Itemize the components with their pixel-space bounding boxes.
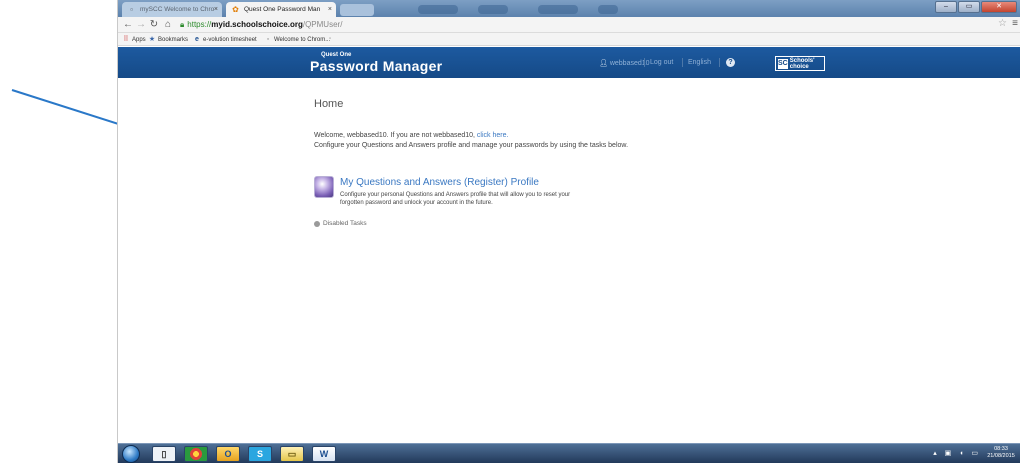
page-icon: ▫ [130, 5, 133, 14]
url-path: /QPMUser/ [302, 20, 343, 29]
page-title: Home [314, 98, 344, 110]
forward-icon[interactable]: → [135, 18, 147, 31]
bookmarks-bar: ⠿ Apps ★ Bookmarks e e-volution timesheet ▫… [118, 33, 1020, 46]
browser-window: ▫ mySCC Welcome to Chro × ✿ Quest One Pa… [117, 0, 1020, 463]
divider [719, 58, 720, 67]
url-scheme: https:// [187, 20, 212, 29]
close-icon[interactable]: × [214, 2, 218, 17]
bookmark-bookmarks[interactable]: ★ Bookmarks [148, 33, 188, 47]
blurred-region [418, 5, 458, 14]
new-tab-button[interactable] [340, 4, 374, 16]
chrome-icon[interactable] [184, 446, 208, 462]
apps-grid-icon: ⠿ [123, 36, 129, 43]
word-icon[interactable]: W [312, 446, 336, 462]
bookmark-label: e-volution timesheet [203, 37, 257, 43]
questions-answers-profile-link[interactable]: My Questions and Answers (Register) Prof… [340, 177, 539, 188]
help-icon[interactable]: ? [726, 58, 735, 67]
system-tray[interactable]: ▴ ▣ ◖ ▭ [933, 449, 981, 457]
star-icon: ★ [148, 36, 156, 43]
bookmark-star-icon[interactable]: ☆ [998, 18, 1007, 29]
brand-title: Password Manager [310, 58, 443, 74]
window-controls: – ▭ ✕ [935, 1, 1017, 14]
user-icon: 👤︎ [599, 60, 608, 67]
disabled-tasks-toggle-icon[interactable] [314, 221, 320, 227]
clock-date: 21/08/2015 [987, 453, 1015, 459]
blurred-region [538, 5, 578, 14]
home-icon[interactable]: ⌂ [162, 18, 174, 31]
back-icon[interactable]: ← [122, 18, 134, 31]
start-button[interactable] [122, 445, 140, 463]
logo-mark: SC [778, 58, 788, 69]
close-window-button[interactable]: ✕ [981, 1, 1017, 13]
blurred-region [598, 5, 618, 14]
tab-label: mySCC Welcome to Chro [140, 6, 215, 13]
task-description-line2: forgotten password and unlock your accou… [340, 200, 493, 206]
blurred-region [478, 5, 508, 14]
browser-toolbar: ← → ↻ ⌂ 🔒︎ https://myid.schoolschoice.org… [118, 17, 1020, 33]
tab-label: Quest One Password Man [244, 6, 321, 13]
task-description-line1: Configure your personal Questions and An… [340, 192, 571, 198]
bookmark-apps[interactable]: ⠿ Apps [122, 33, 146, 47]
close-icon[interactable]: × [328, 2, 332, 17]
minimize-button[interactable]: – [935, 1, 957, 13]
page-icon[interactable]: ▫ [329, 33, 331, 46]
clock-time: 08:33 [994, 446, 1008, 452]
lock-icon: 🔒︎ [180, 20, 185, 29]
app-header: Quest One Password Manager 👤︎ webbased10… [118, 47, 1020, 78]
menu-icon[interactable]: ≡ [1012, 18, 1018, 29]
divider [682, 58, 683, 67]
schools-choice-logo: SC Schools' choice [775, 56, 825, 71]
bookmark-label: Apps [132, 37, 146, 43]
e-icon: e [195, 36, 199, 43]
skype-icon[interactable]: S [248, 446, 272, 462]
welcome-message: Welcome, webbased10. If you are not webb… [314, 132, 508, 139]
address-bar[interactable]: 🔒︎ https://myid.schoolschoice.org/QPMUser… [180, 19, 980, 31]
bookmark-evolution[interactable]: e e-volution timesheet [193, 33, 257, 47]
language-selector[interactable]: English [688, 59, 711, 66]
disabled-tasks-toggle[interactable]: Disabled Tasks [323, 220, 367, 227]
logout-link[interactable]: Log out [650, 59, 673, 66]
page-icon: ▫ [266, 36, 270, 43]
bookmark-label: Bookmarks [158, 37, 189, 43]
welcome-text: Welcome, webbased10. If you are not webb… [314, 132, 477, 139]
quest-favicon-icon: ✿ [232, 5, 239, 14]
bookmark-welcome-chrome[interactable]: ▫ Welcome to Chrom... [264, 33, 331, 47]
main-content: Home Welcome, webbased10. If you are not… [118, 78, 1020, 443]
tab-strip: ▫ mySCC Welcome to Chro × ✿ Quest One Pa… [118, 0, 1020, 17]
screenshot-stage: ▫ mySCC Welcome to Chro × ✿ Quest One Pa… [0, 0, 1020, 463]
outlook-icon[interactable]: O [216, 446, 240, 462]
logo-text: Schools' choice [789, 57, 815, 70]
profile-task-icon[interactable] [314, 176, 334, 198]
reload-icon[interactable]: ↻ [148, 18, 160, 31]
click-here-link[interactable]: click here. [477, 132, 509, 139]
bookmark-label: Welcome to Chrom... [274, 37, 331, 43]
url-host: myid.schoolschoice.org [211, 20, 303, 29]
divider [644, 58, 645, 67]
taskbar-clock[interactable]: 08:33 21/08/2015 [984, 446, 1018, 460]
user-menu[interactable]: 👤︎ webbased10 [599, 59, 650, 67]
windows-taskbar: ▯ O S ▭ W ▴ ▣ ◖ ▭ 08:33 21/08/2015 [118, 443, 1020, 463]
explorer-icon[interactable]: ▯ [152, 446, 176, 462]
instructions-text: Configure your Questions and Answers pro… [314, 142, 629, 149]
folder-icon[interactable]: ▭ [280, 446, 304, 462]
maximize-button[interactable]: ▭ [958, 1, 980, 13]
tab-quest-one[interactable]: ✿ Quest One Password Man × [226, 2, 336, 17]
tab-myscc[interactable]: ▫ mySCC Welcome to Chro × [122, 2, 222, 17]
